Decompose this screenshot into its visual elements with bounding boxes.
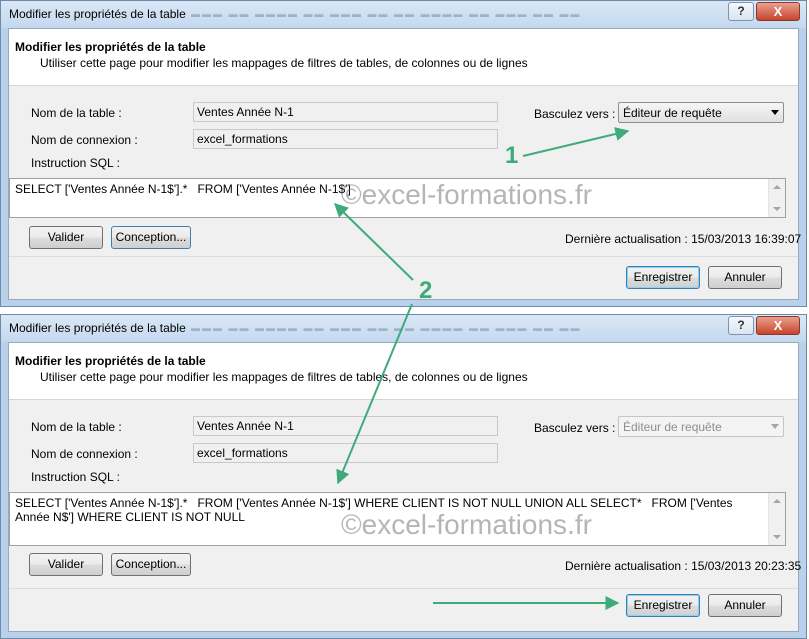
table-name-field[interactable]: Ventes Année N-1 [193,416,498,436]
dialog-bottom: Modifier les propriétés de la table ▬▬▬ … [0,314,807,639]
scroll-up-icon[interactable] [773,185,781,189]
last-update-label: Dernière actualisation : 15/03/2013 16:3… [565,232,802,246]
close-button[interactable]: X [756,2,800,21]
help-button[interactable]: ? [728,2,754,21]
sql-text[interactable]: SELECT ['Ventes Année N-1$'].* FROM ['Ve… [15,496,755,524]
table-name-field[interactable]: Ventes Année N-1 [193,102,498,122]
dialog-body: Modifier les propriétés de la table Util… [8,342,802,632]
background-ribbon-ghost: ▬▬▬ ▬▬ ▬▬▬▬ ▬▬ ▬▬▬ ▬▬ ▬▬ ▬▬▬▬ ▬▬ ▬▬▬ ▬▬ … [191,9,582,19]
design-button[interactable]: Conception... [111,553,191,576]
switch-dropdown[interactable]: Éditeur de requête [618,102,784,123]
sql-editor[interactable]: SELECT ['Ventes Année N-1$'].* FROM ['Ve… [9,178,786,218]
header-subtitle: Utiliser cette page pour modifier les ma… [40,370,528,384]
sql-scrollbar[interactable] [768,493,785,545]
dialog-header: Modifier les propriétés de la table Util… [9,29,798,86]
dialog-header: Modifier les propriétés de la table Util… [9,343,798,400]
scroll-down-icon[interactable] [773,535,781,539]
save-button[interactable]: Enregistrer [626,266,700,289]
switch-dropdown-value: Éditeur de requête [623,106,722,120]
close-button[interactable]: X [756,316,800,335]
sql-text[interactable]: SELECT ['Ventes Année N-1$'].* FROM ['Ve… [15,182,755,196]
cancel-button[interactable]: Annuler [708,266,782,289]
sql-editor[interactable]: SELECT ['Ventes Année N-1$'].* FROM ['Ve… [9,492,786,546]
background-ribbon-ghost: ▬▬▬ ▬▬ ▬▬▬▬ ▬▬ ▬▬▬ ▬▬ ▬▬ ▬▬▬▬ ▬▬ ▬▬▬ ▬▬ … [191,323,582,333]
validate-button[interactable]: Valider [29,553,103,576]
window-title: Modifier les propriétés de la table [9,7,186,21]
sql-scrollbar[interactable] [768,179,785,217]
header-title: Modifier les propriétés de la table [15,354,206,368]
design-button[interactable]: Conception... [111,226,191,249]
switch-label: Basculez vers : [534,107,616,121]
sql-label: Instruction SQL : [31,156,120,170]
switch-label: Basculez vers : [534,421,616,435]
connection-field[interactable]: excel_formations [193,443,498,463]
help-button[interactable]: ? [728,316,754,335]
chevron-down-icon [771,110,779,115]
last-update-label: Dernière actualisation : 15/03/2013 20:2… [565,559,802,573]
cancel-button[interactable]: Annuler [708,594,782,617]
validate-button[interactable]: Valider [29,226,103,249]
connection-label: Nom de connexion : [31,133,138,147]
title-bar[interactable]: Modifier les propriétés de la table ▬▬▬ … [1,1,806,28]
annotation-marker-2: 2 [419,277,433,304]
switch-dropdown: Éditeur de requête [618,416,784,437]
chevron-down-icon [771,424,779,429]
switch-dropdown-value: Éditeur de requête [623,420,722,434]
dialog-top: Modifier les propriétés de la table ▬▬▬ … [0,0,807,307]
header-title: Modifier les propriétés de la table [15,40,206,54]
table-name-label: Nom de la table : [31,420,122,434]
header-subtitle: Utiliser cette page pour modifier les ma… [40,56,528,70]
table-name-label: Nom de la table : [31,106,122,120]
save-button[interactable]: Enregistrer [626,594,700,617]
scroll-down-icon[interactable] [773,207,781,211]
sql-label: Instruction SQL : [31,470,120,484]
connection-field[interactable]: excel_formations [193,129,498,149]
connection-label: Nom de connexion : [31,447,138,461]
scroll-up-icon[interactable] [773,499,781,503]
window-title: Modifier les propriétés de la table [9,321,186,335]
annotation-marker-1: 1 [505,142,519,169]
dialog-body: Modifier les propriétés de la table Util… [8,28,802,300]
title-bar[interactable]: Modifier les propriétés de la table ▬▬▬ … [1,315,806,342]
